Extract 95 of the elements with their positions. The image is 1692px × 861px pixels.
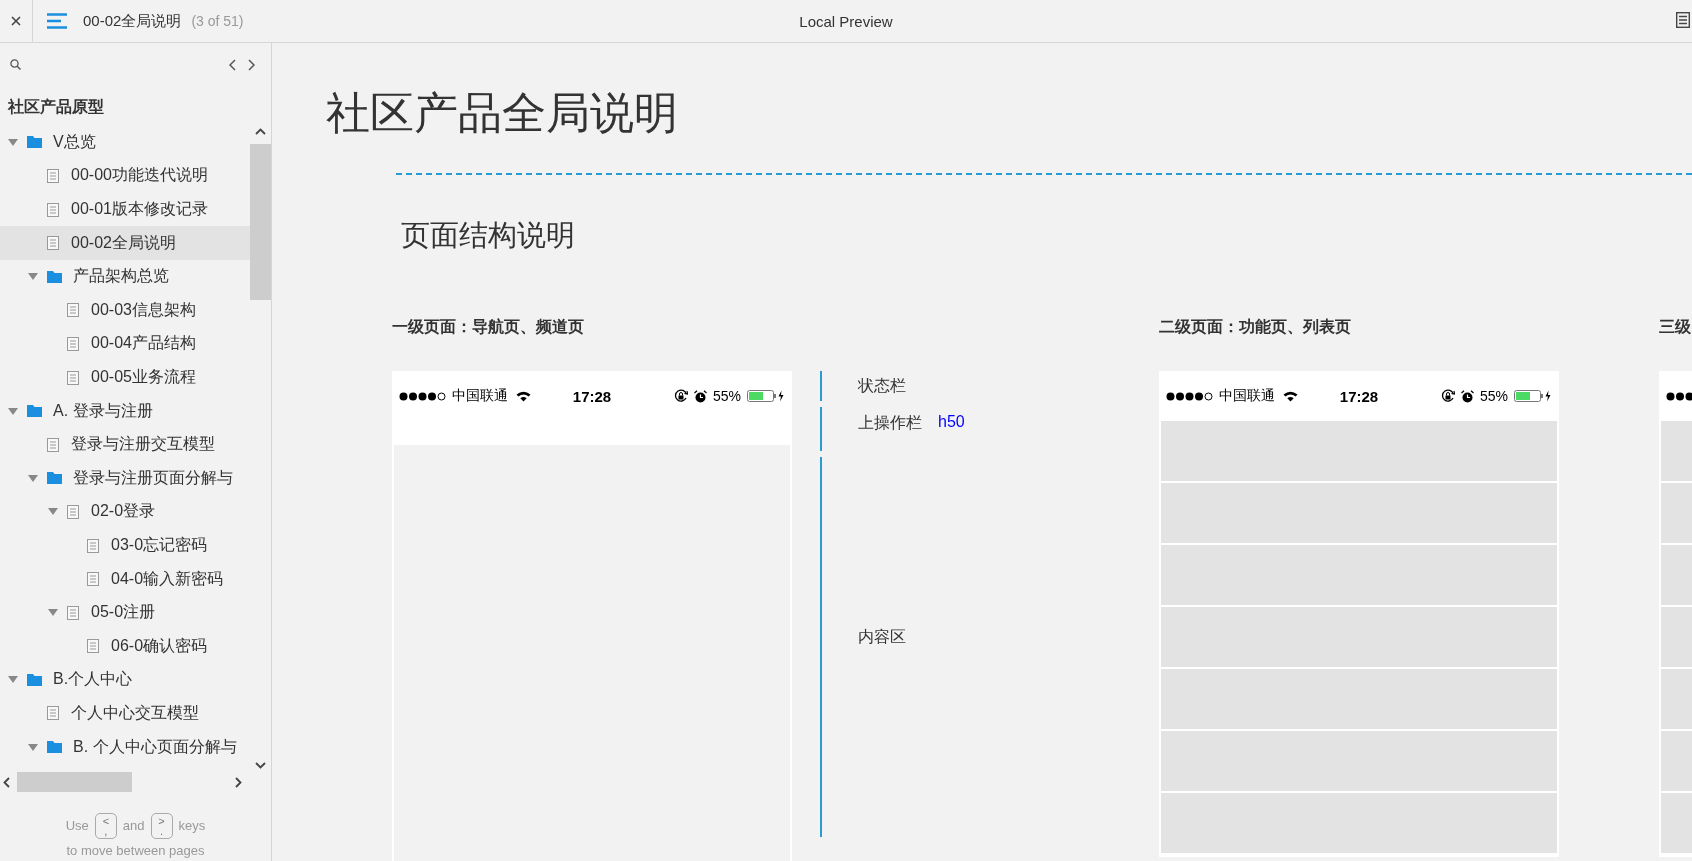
chevron-right-icon: [248, 58, 255, 71]
height-value: h50: [938, 413, 965, 431]
hint-text: to move between pages: [65, 842, 206, 860]
tree-item[interactable]: 00-00功能迭代说明: [0, 159, 250, 193]
wifi-icon: [1283, 390, 1298, 402]
key-cap: > .: [150, 813, 173, 839]
document-icon: [47, 437, 59, 452]
tree-item[interactable]: V总览: [0, 125, 250, 160]
column-heading: 二级页面：功能页、列表页: [1159, 317, 1352, 337]
document-icon: [47, 706, 59, 721]
folder-icon: [47, 270, 62, 283]
carrier-name: 中国联通: [452, 387, 508, 405]
tree-item[interactable]: 06-0确认密码: [0, 629, 250, 664]
folder-icon: [47, 741, 62, 754]
column-heading: 三级: [1659, 317, 1692, 337]
document-icon: [47, 168, 59, 183]
app-title: Local Preview: [799, 12, 893, 30]
caret-icon[interactable]: [8, 676, 18, 684]
wifi-icon: [516, 390, 531, 402]
tree-item[interactable]: 00-04产品结构: [0, 327, 250, 361]
tree-item[interactable]: 05-0注册: [0, 595, 250, 630]
caret-icon[interactable]: [48, 609, 58, 617]
page-count: (3 of 51): [191, 13, 244, 29]
clock-time: 17:28: [572, 387, 612, 405]
tree-item[interactable]: 登录与注册页面分解与: [0, 461, 250, 496]
annotation-label: 状态栏: [858, 375, 906, 396]
tree-item[interactable]: A. 登录与注册: [0, 394, 250, 428]
tree-item[interactable]: 登录与注册交互模型: [0, 427, 250, 462]
caret-icon[interactable]: [8, 138, 18, 146]
tree-item[interactable]: 00-03信息架构: [0, 293, 250, 328]
chevron-right-icon: [235, 777, 242, 789]
signal-icon: [1166, 391, 1214, 401]
caret-icon[interactable]: [28, 273, 38, 281]
tree-item[interactable]: 个人中心交互模型: [0, 696, 250, 731]
column-heading: 一级页面：导航页、频道页: [392, 317, 585, 337]
folder-icon: [27, 673, 42, 686]
document-icon: [47, 236, 59, 251]
tree-item[interactable]: 00-05业务流程: [0, 360, 250, 395]
battery-icon: [747, 390, 785, 402]
document-icon: [1676, 12, 1690, 28]
document-icon: [67, 605, 79, 620]
tree-item[interactable]: 产品架构总览: [0, 259, 250, 294]
tree-item[interactable]: 04-0输入新密码: [0, 562, 250, 596]
rotation-lock-icon: [673, 389, 688, 403]
menu-icon: [47, 13, 67, 29]
tree-item[interactable]: B.个人中心: [0, 663, 250, 697]
tree-item[interactable]: 00-01版本修改记录: [0, 192, 250, 227]
document-icon: [47, 202, 59, 217]
search-icon[interactable]: [10, 59, 21, 71]
signal-icon: [399, 391, 447, 401]
tree-item[interactable]: 00-02全局说明: [0, 226, 250, 260]
project-title: 社区产品原型: [7, 96, 105, 117]
document-icon: [67, 504, 79, 519]
document-icon: [87, 639, 99, 654]
menu-button[interactable]: [47, 13, 67, 29]
document-icon: [67, 336, 79, 351]
document-icon: [67, 370, 79, 385]
tree-item[interactable]: 03-0忘记密码: [0, 528, 250, 563]
chevron-left-icon: [229, 58, 236, 71]
document-icon: [87, 572, 99, 587]
folder-icon: [27, 405, 42, 418]
folder-icon: [27, 136, 42, 149]
section-heading: 页面结构说明: [401, 218, 576, 253]
document-button[interactable]: [1676, 12, 1690, 28]
caret-icon[interactable]: [28, 474, 38, 482]
clock-time: 17:28: [1339, 387, 1379, 405]
chevron-left-icon: [3, 777, 10, 789]
document-icon: [87, 538, 99, 553]
battery-percent: 55%: [1479, 388, 1508, 404]
page-heading: 社区产品全局说明: [326, 87, 679, 139]
alarm-clock-icon: [693, 389, 707, 403]
caret-icon[interactable]: [8, 407, 18, 415]
hint-text: and: [122, 817, 145, 835]
scrollbar-thumb[interactable]: [250, 143, 271, 300]
page-title: 00-02全局说明: [83, 11, 182, 31]
tree-item[interactable]: B. 个人中心页面分解与: [0, 730, 250, 764]
close-icon: [11, 16, 21, 26]
folder-icon: [47, 472, 62, 485]
battery-icon: [1514, 390, 1552, 402]
key-cap: < ,: [94, 813, 117, 839]
tree-item[interactable]: 02-0登录: [0, 495, 250, 529]
document-icon: [67, 303, 79, 318]
battery-percent: 55%: [712, 388, 741, 404]
carrier-name: 中国联通: [1219, 387, 1275, 405]
annotation-label: 内容区: [858, 626, 906, 647]
scrollbar-thumb[interactable]: [17, 772, 132, 793]
chevron-up-icon: [255, 127, 266, 135]
caret-icon[interactable]: [28, 743, 38, 751]
annotation-label: 上操作栏: [858, 413, 922, 433]
hint-text: Use: [65, 817, 89, 835]
rotation-lock-icon: [1440, 389, 1455, 403]
alarm-clock-icon: [1460, 389, 1474, 403]
caret-icon[interactable]: [48, 508, 58, 516]
chevron-down-icon: [255, 762, 266, 770]
hint-text: keys: [178, 817, 206, 835]
